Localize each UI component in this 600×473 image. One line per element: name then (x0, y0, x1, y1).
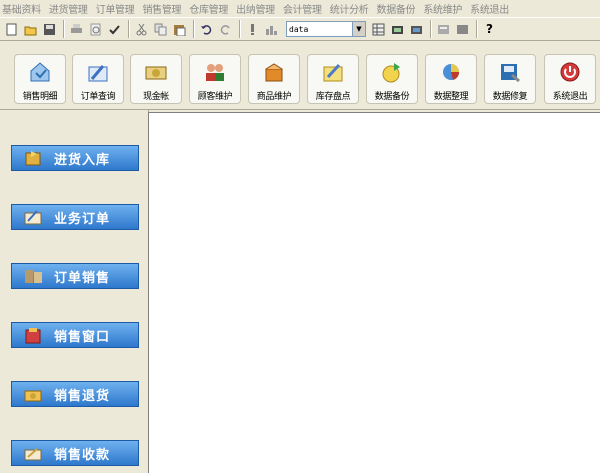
copy-icon[interactable] (152, 21, 169, 38)
purchase-in-icon (22, 148, 46, 168)
undo-icon[interactable] (198, 21, 215, 38)
redo-icon[interactable] (217, 21, 234, 38)
menu-exit[interactable]: 系统退出 (470, 1, 509, 16)
cash-ledger-button[interactable]: 现金帐 (130, 54, 182, 104)
open-icon[interactable] (22, 21, 39, 38)
print-icon[interactable] (68, 21, 85, 38)
exit-button[interactable]: 系统退出 (544, 54, 596, 104)
menu-accounting[interactable]: 会计管理 (283, 1, 322, 16)
grid-icon[interactable] (370, 21, 387, 38)
nav-business-order-button[interactable]: 业务订单 (11, 204, 139, 230)
menu-basic-data[interactable]: 基础资料 (2, 1, 41, 16)
data-repair-label: 数据修复 (492, 92, 528, 102)
backup-button[interactable]: 数据备份 (366, 54, 418, 104)
goods-icon (261, 60, 287, 84)
left-nav-panel: 进货入库 业务订单 订单销售 销售窗口 销售退货 销售收款 (0, 110, 149, 472)
inventory-icon (320, 60, 346, 84)
nav-sales-return-label: 销售退货 (54, 388, 111, 404)
menu-purchase[interactable]: 进货管理 (49, 1, 88, 16)
standard-toolbar: data ▼ ? (0, 17, 600, 41)
order-query-button[interactable]: 订单查询 (72, 54, 124, 104)
exit-icon (557, 60, 583, 84)
cash-ledger-icon (143, 60, 169, 84)
nav-business-order-label: 业务订单 (54, 211, 111, 227)
customers-label: 顾客维护 (197, 92, 233, 102)
data-organize-icon (438, 60, 464, 84)
grid2-icon[interactable] (454, 21, 471, 38)
menu-maintenance[interactable]: 系统维护 (423, 1, 462, 16)
database-combo[interactable]: data ▼ (286, 21, 366, 37)
nav-purchase-in-button[interactable]: 进货入库 (11, 145, 139, 171)
chart-icon[interactable] (263, 21, 280, 38)
cut-icon[interactable] (133, 21, 150, 38)
nav-sales-return-button[interactable]: 销售退货 (11, 381, 139, 407)
exit-label: 系统退出 (552, 92, 588, 102)
menu-statistics[interactable]: 统计分析 (330, 1, 369, 16)
sales-collect-icon (22, 443, 46, 463)
spellcheck-icon[interactable] (106, 21, 123, 38)
nav-sales-window-button[interactable]: 销售窗口 (11, 322, 139, 348)
sales-return-icon (22, 384, 46, 404)
nav-sales-collect-button[interactable]: 销售收款 (11, 440, 139, 466)
data-repair-icon (497, 60, 523, 84)
insert-icon[interactable] (244, 21, 261, 38)
paste-icon[interactable] (171, 21, 188, 38)
data-repair-button[interactable]: 数据修复 (484, 54, 536, 104)
customers-icon (202, 60, 228, 84)
inventory-label: 库存盘点 (315, 92, 351, 102)
backup-icon (379, 60, 405, 84)
data-organize-label: 数据整理 (433, 92, 469, 102)
inventory-button[interactable]: 库存盘点 (307, 54, 359, 104)
business-order-icon (22, 207, 46, 227)
save-icon[interactable] (41, 21, 58, 38)
sales-detail-label: 销售明细 (22, 92, 58, 102)
sales-detail-icon (27, 60, 53, 84)
help-icon[interactable]: ? (481, 21, 498, 38)
folder-icon[interactable] (389, 21, 406, 38)
nav-order-sales-label: 订单销售 (54, 270, 111, 286)
goods-button[interactable]: 商品维护 (248, 54, 300, 104)
menu-orders[interactable]: 订单管理 (96, 1, 135, 16)
main-content-area (148, 112, 600, 473)
customers-button[interactable]: 顾客维护 (189, 54, 241, 104)
database-combo-value: data (289, 24, 309, 34)
sales-window-icon (22, 325, 46, 345)
nav-order-sales-button[interactable]: 订单销售 (11, 263, 139, 289)
window-icon[interactable] (408, 21, 425, 38)
data-organize-button[interactable]: 数据整理 (425, 54, 477, 104)
menu-backup[interactable]: 数据备份 (377, 1, 416, 16)
menu-warehouse[interactable]: 仓库管理 (189, 1, 228, 16)
chevron-down-icon[interactable]: ▼ (352, 22, 365, 36)
sales-detail-button[interactable]: 销售明细 (14, 54, 66, 104)
shortcut-bar: 销售明细 订单查询 现金帐 顾客维护 商品维护 库存盘点 数据备份 数据整理 数… (0, 43, 600, 110)
print-preview-icon[interactable] (87, 21, 104, 38)
order-query-label: 订单查询 (80, 92, 116, 102)
menu-sales[interactable]: 销售管理 (142, 1, 181, 16)
menu-cashier[interactable]: 出纳管理 (236, 1, 275, 16)
order-query-icon (85, 60, 111, 84)
goods-label: 商品维护 (256, 92, 292, 102)
backup-label: 数据备份 (374, 92, 410, 102)
nav-purchase-in-label: 进货入库 (54, 152, 111, 168)
menu-bar: 基础资料 进货管理 订单管理 销售管理 仓库管理 出纳管理 会计管理 统计分析 … (0, 0, 600, 16)
properties-icon[interactable] (435, 21, 452, 38)
nav-sales-collect-label: 销售收款 (54, 447, 111, 463)
order-sales-icon (22, 266, 46, 286)
nav-sales-window-label: 销售窗口 (54, 329, 111, 345)
new-icon[interactable] (3, 21, 20, 38)
cash-ledger-label: 现金帐 (143, 92, 169, 102)
